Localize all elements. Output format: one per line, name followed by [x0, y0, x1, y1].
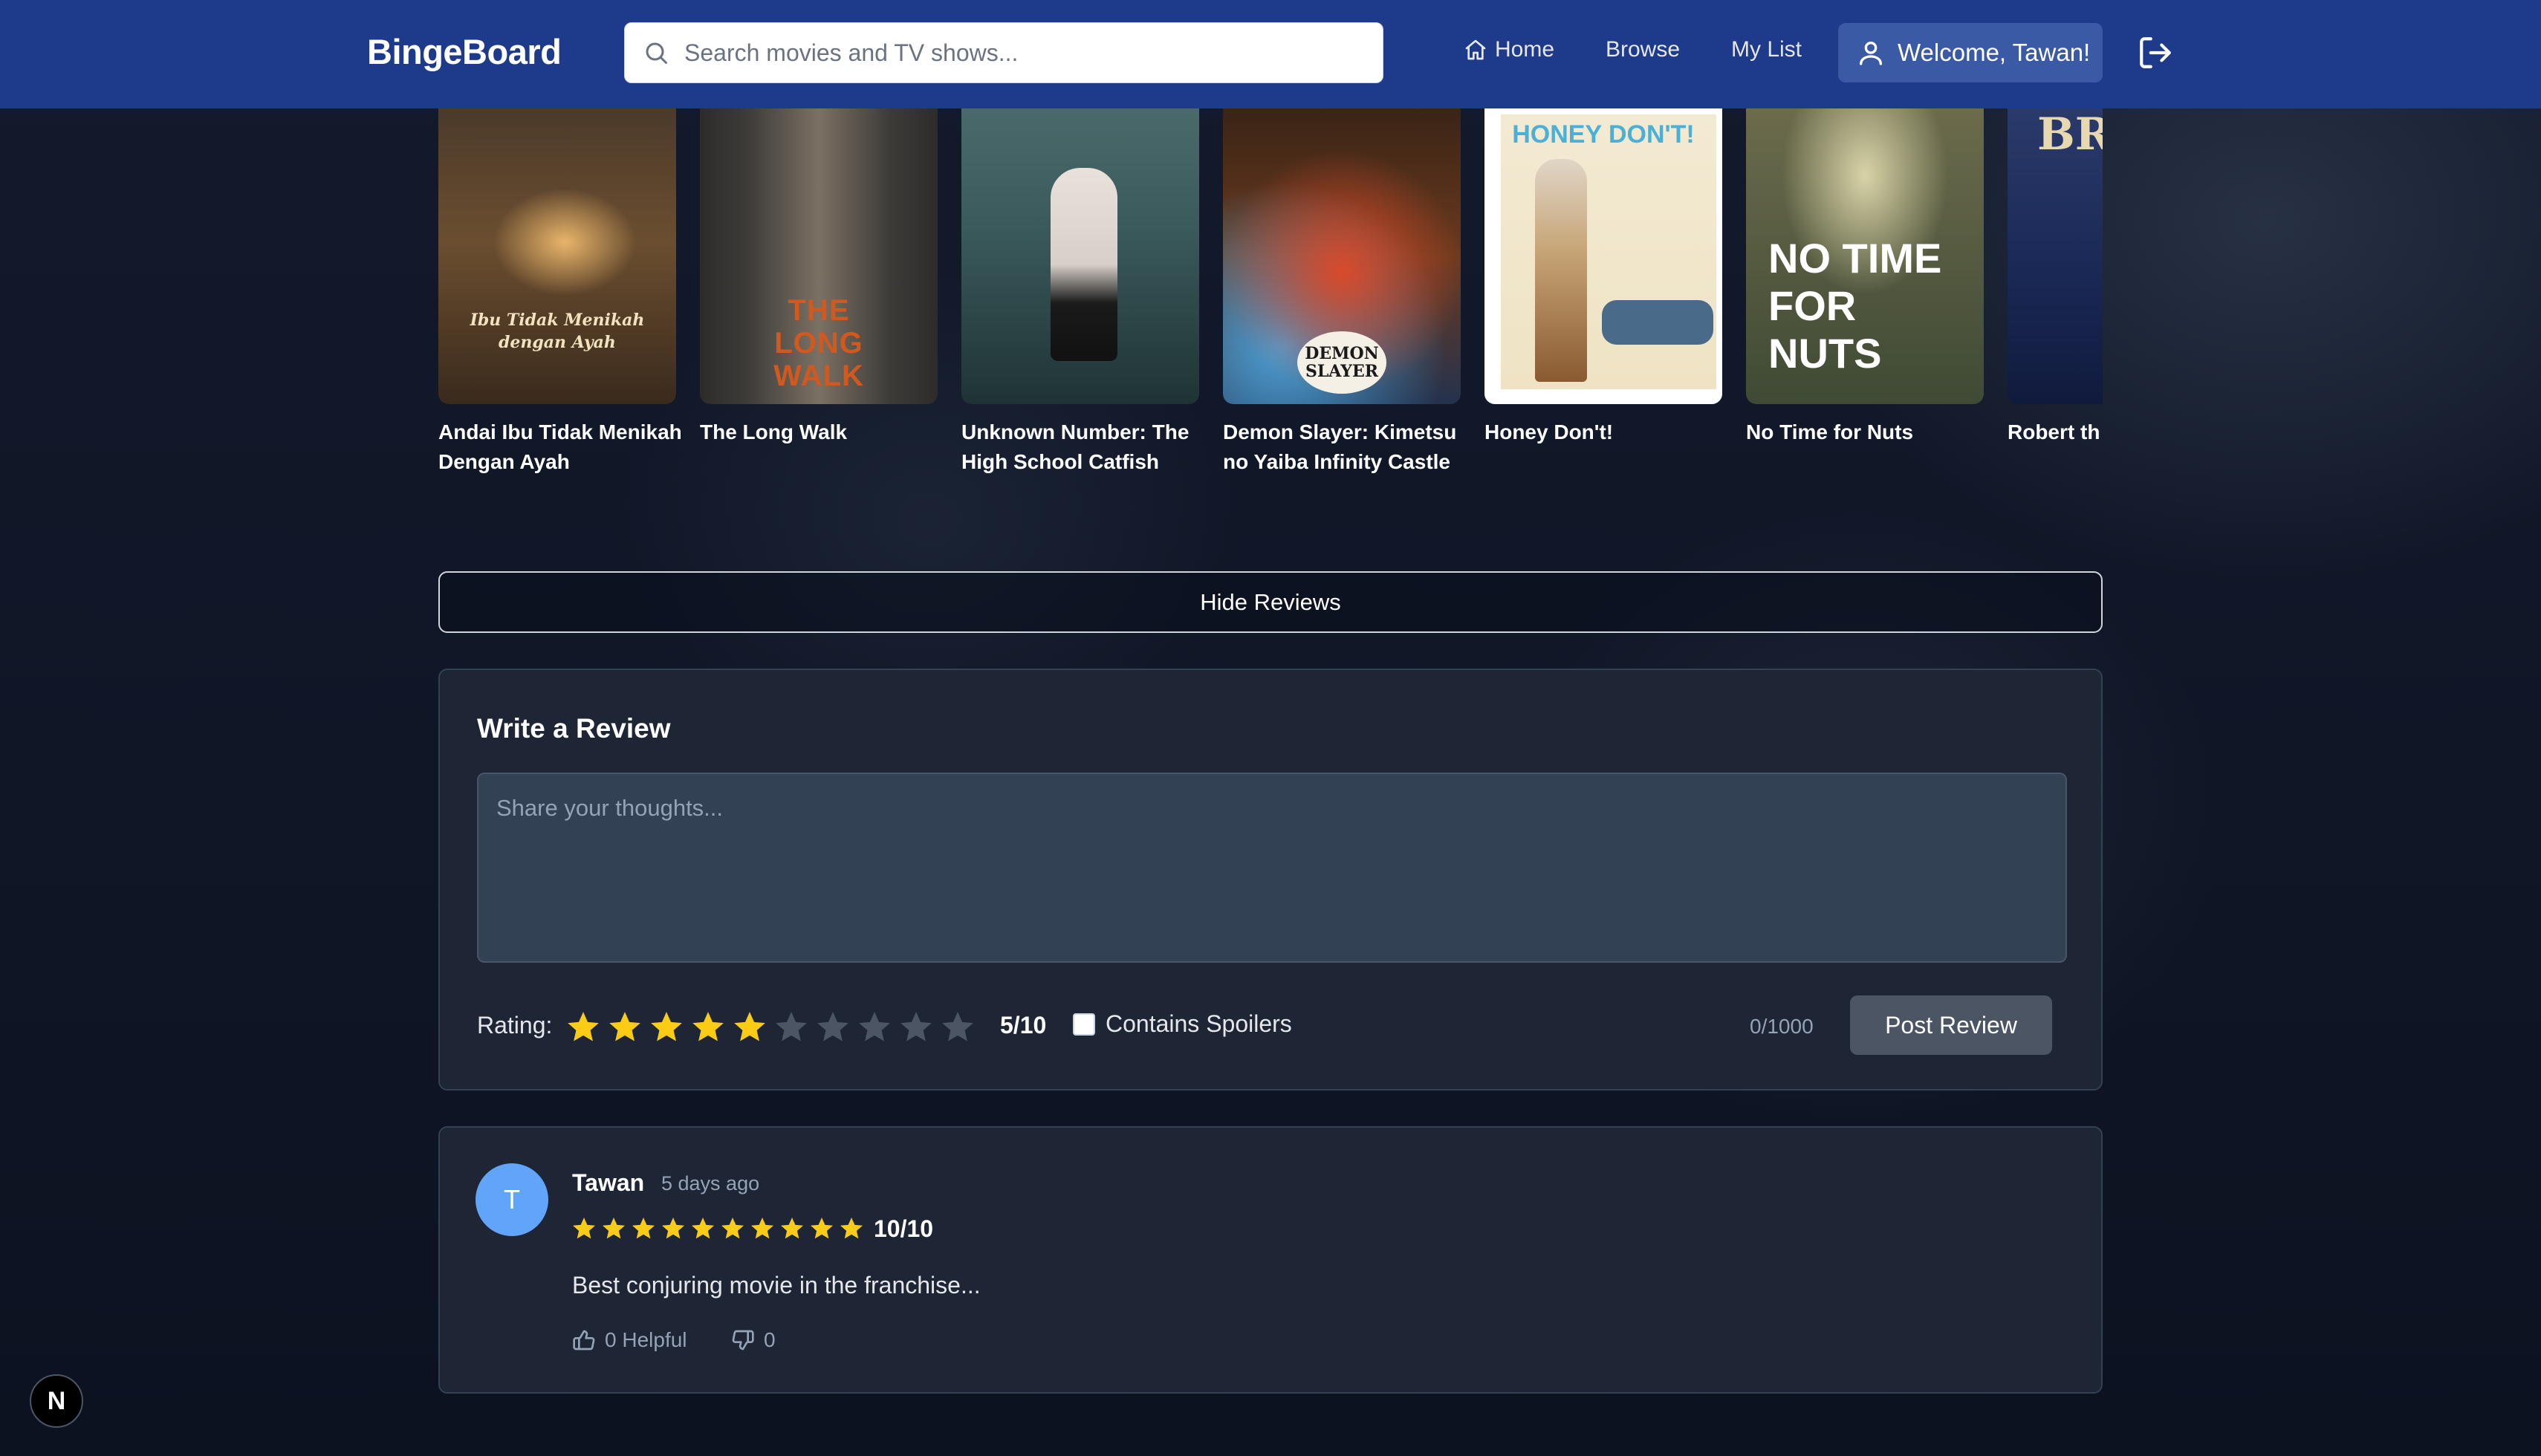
poster-card[interactable]: NO TIME FOR NUTS No Time for Nuts	[1746, 108, 1984, 447]
rating-value: 5/10	[1000, 1012, 1047, 1039]
star-filled-icon[interactable]	[689, 1009, 727, 1046]
spoiler-toggle[interactable]: Contains Spoilers	[1073, 1010, 1292, 1038]
poster-image	[961, 108, 1199, 404]
poster-art-text: NO TIME FOR NUTS	[1768, 235, 1942, 377]
star-empty-icon[interactable]	[814, 1009, 851, 1046]
write-review-card: Write a Review Rating: 5/10 Contains Spo…	[438, 669, 2103, 1091]
nav-my-list-link[interactable]: My List	[1731, 37, 1802, 62]
rating-row: Rating: 5/10 Contains Spoilers 0/1000 Po…	[477, 995, 2067, 1055]
review-item: T Tawan 5 days ago 10/10 Best conjuring …	[438, 1126, 2103, 1394]
welcome-label: Welcome, Tawan!	[1898, 39, 2091, 66]
poster-title: Honey Don't!	[1484, 420, 1614, 443]
character-count: 0/1000	[1750, 1015, 1814, 1038]
poster-carousel: Ibu Tidak Menikah dengan Ayah Andai Ibu …	[438, 108, 2103, 495]
star-filled-icon	[662, 1218, 684, 1239]
thumbs-down-icon	[732, 1330, 754, 1351]
review-score: 10/10	[874, 1215, 934, 1242]
reviewer-name: Tawan	[572, 1169, 645, 1196]
post-review-button[interactable]: Post Review	[1850, 995, 2052, 1055]
nav-home-link[interactable]: Home	[1464, 37, 1554, 62]
star-filled-icon[interactable]	[648, 1009, 685, 1046]
star-filled-icon	[840, 1218, 863, 1239]
poster-title: Andai Ibu Tidak Menikah Dengan Ayah	[438, 420, 682, 473]
search-bar[interactable]	[624, 22, 1383, 83]
review-textarea[interactable]	[477, 773, 2067, 963]
write-review-title: Write a Review	[477, 713, 671, 744]
hide-reviews-button[interactable]: Hide Reviews	[438, 571, 2103, 633]
poster-art-text: Ibu Tidak Menikah dengan Ayah	[470, 311, 645, 352]
star-filled-icon	[811, 1218, 833, 1239]
star-filled-icon	[603, 1218, 625, 1239]
not-helpful-button[interactable]: 0	[731, 1328, 776, 1352]
home-icon	[1465, 39, 1486, 60]
review-rating-stars	[571, 1215, 865, 1242]
not-helpful-count: 0	[764, 1328, 776, 1351]
star-filled-icon	[751, 1218, 773, 1239]
poster-card[interactable]: DEMON SLAYER Demon Slayer: Kimetsu no Ya…	[1223, 108, 1461, 477]
star-filled-icon[interactable]	[731, 1009, 768, 1046]
poster-image: DEMON SLAYER	[1223, 108, 1461, 404]
poster-card[interactable]: Unknown Number: The High School Catfish	[961, 108, 1199, 477]
poster-figure	[1535, 159, 1587, 382]
poster-title: Unknown Number: The High School Catfish	[961, 420, 1190, 473]
star-empty-icon[interactable]	[898, 1009, 935, 1046]
top-navbar: BingeBoard Home Browse My List Welcome, …	[0, 0, 2541, 108]
poster-car	[1602, 300, 1713, 345]
poster-card[interactable]: Ibu Tidak Menikah dengan Ayah Andai Ibu …	[438, 108, 682, 477]
poster-card[interactable]: THE LONG WALK The Long Walk	[700, 108, 938, 447]
spoiler-label: Contains Spoilers	[1106, 1010, 1292, 1037]
star-empty-icon[interactable]	[939, 1009, 976, 1046]
star-filled-icon	[573, 1218, 595, 1239]
logout-icon[interactable]	[2137, 34, 2174, 71]
app-logo[interactable]: BingeBoard	[367, 31, 562, 72]
poster-image: HONEY DON'T!	[1484, 108, 1722, 404]
user-menu-button[interactable]: Welcome, Tawan!	[1838, 23, 2103, 82]
rating-stars	[565, 1009, 976, 1046]
search-input[interactable]	[683, 23, 1366, 82]
poster-title: No Time for Nuts	[1746, 420, 1914, 443]
star-filled-icon	[632, 1218, 655, 1239]
poster-art-text: BR	[2037, 108, 2103, 160]
poster-image: NO TIME FOR NUTS	[1746, 108, 1984, 404]
poster-image: THE LONG WALK	[700, 108, 938, 404]
dev-tools-badge[interactable]: N	[30, 1374, 83, 1428]
star-filled-icon	[781, 1218, 803, 1239]
poster-title: Robert th	[2008, 420, 2100, 443]
review-text: Best conjuring movie in the franchise...	[572, 1272, 981, 1299]
review-date: 5 days ago	[661, 1172, 760, 1195]
nav-browse-link[interactable]: Browse	[1606, 37, 1680, 62]
poster-art-text: DEMON SLAYER	[1297, 331, 1386, 394]
user-icon	[1860, 41, 1882, 65]
helpful-label: 0 Helpful	[605, 1328, 687, 1351]
avatar: T	[476, 1163, 548, 1236]
thumbs-up-icon	[573, 1330, 595, 1351]
poster-image-inner	[1501, 114, 1716, 389]
rating-label: Rating:	[477, 1012, 553, 1039]
star-filled-icon[interactable]	[606, 1009, 643, 1046]
poster-card[interactable]: HONEY DON'T! Honey Don't!	[1484, 108, 1722, 447]
helpful-button[interactable]: 0 Helpful	[572, 1328, 687, 1352]
star-filled-icon	[721, 1218, 744, 1239]
poster-image: BR	[2008, 108, 2103, 404]
star-filled-icon	[692, 1218, 714, 1239]
poster-art-text: THE LONG WALK	[773, 294, 864, 392]
poster-art-text: HONEY DON'T!	[1512, 120, 1695, 149]
poster-image: Ibu Tidak Menikah dengan Ayah	[438, 108, 676, 404]
poster-title: The Long Walk	[700, 420, 848, 443]
nav-home-label: Home	[1495, 37, 1555, 62]
star-empty-icon[interactable]	[773, 1009, 810, 1046]
poster-figure	[1051, 168, 1117, 361]
star-filled-icon[interactable]	[565, 1009, 602, 1046]
poster-title: Demon Slayer: Kimetsu no Yaiba Infinity …	[1223, 420, 1457, 473]
poster-card[interactable]: BR Robert th	[2008, 108, 2103, 447]
star-empty-icon[interactable]	[856, 1009, 893, 1046]
search-icon	[646, 42, 667, 64]
page: BingeBoard Home Browse My List Welcome, …	[0, 0, 2541, 1456]
spoiler-checkbox[interactable]	[1073, 1013, 1095, 1036]
